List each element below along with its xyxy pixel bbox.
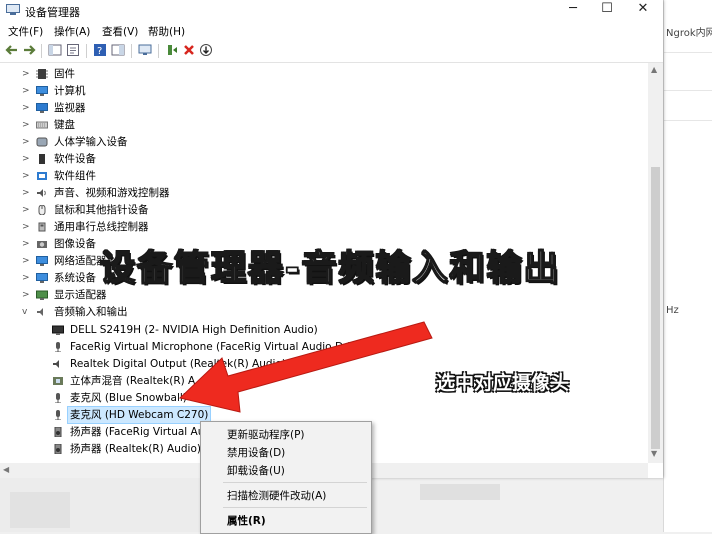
annotation-title: 设备管理器-音频输入和输出 [99,248,561,290]
annotation-callout: 选中对应摄像头 [436,372,570,394]
